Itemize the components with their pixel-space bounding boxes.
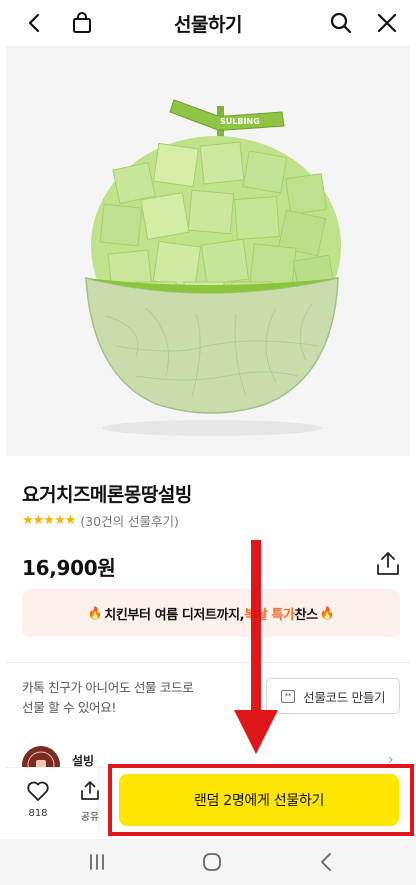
share-label: 공유 [80,812,100,823]
product-name: 요거치즈메론몽땅설빙 [22,484,192,506]
gift-code-line-1: 카톡 친구가 아니어도 선물 코드로 [22,680,194,695]
promo-text-1: 치킨부터 여름 디저트까지, [104,607,245,623]
review-count: (30건의 선물후기) [80,514,179,529]
top-bar: 선물하기 [0,0,416,46]
gift-code-button[interactable]: ** 선물코드 만들기 [266,678,400,714]
back-icon[interactable] [316,851,338,873]
share-icon [81,781,99,800]
fire-icon: 🔥 [87,606,103,620]
share-icon[interactable] [374,550,402,578]
section-divider [6,662,410,663]
product-image: SULBING [6,46,410,456]
gift-code-line-2: 선물 할 수 있어요! [22,700,117,715]
promo-banner[interactable]: 🔥 치킨부터 여름 디저트까지, 복날 특가 찬스 🔥 [22,589,400,637]
gift-code-description: 카톡 친구가 아니어도 선물 코드로 선물 할 수 있어요! [22,678,242,718]
heart-icon [27,781,49,801]
home-icon[interactable] [201,851,223,873]
like-count: 818 [28,808,48,819]
product-tag-text: SULBING [220,117,260,126]
search-icon[interactable] [326,8,356,38]
promo-text-2: 찬스 [294,607,319,623]
fire-icon: 🔥 [319,606,335,620]
gift-code-tag-icon: ** [280,689,296,703]
star-rating-icon: ★★★★★ [22,513,76,528]
share-button[interactable]: 공유 [76,780,104,823]
product-price: 16,900원 [22,556,116,580]
rating-row[interactable]: ★★★★★ (30건의 선물후기) [22,511,179,530]
gift-code-button-label: 선물코드 만들기 [303,689,386,705]
system-navigation-bar [0,839,416,885]
annotation-highlight-box [108,764,414,836]
close-icon[interactable] [372,8,402,38]
annotation-arrow-icon [234,540,278,754]
like-button[interactable]: 818 [22,780,54,819]
recent-apps-icon[interactable] [86,851,108,873]
